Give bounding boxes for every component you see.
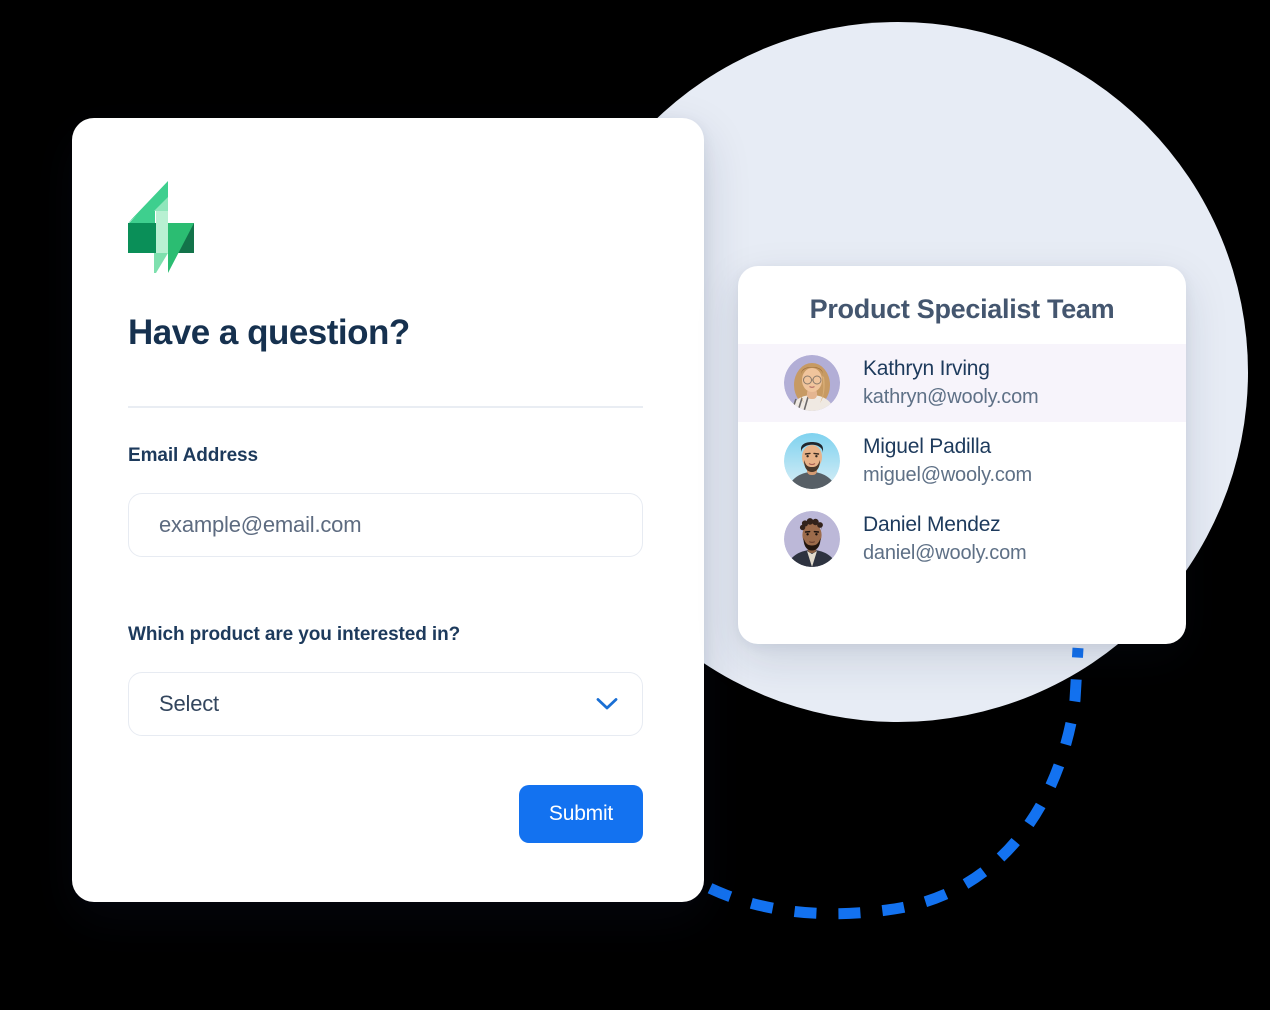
member-info: Kathryn Irving kathryn@wooly.com [863,355,1039,410]
member-email: daniel@wooly.com [863,541,1027,564]
chevron-down-icon [596,698,618,710]
avatar-daniel [784,511,840,567]
contact-form-card: Have a question? Email Address example@e… [72,118,704,902]
product-field-label: Which product are you interested in? [128,624,461,645]
list-item[interactable]: Daniel Mendez daniel@wooly.com [738,500,1186,578]
member-email: kathryn@wooly.com [863,385,1039,408]
member-info: Miguel Padilla miguel@wooly.com [863,433,1032,488]
list-item[interactable]: Miguel Padilla miguel@wooly.com [738,422,1186,500]
avatar-miguel [784,433,840,489]
member-name: Daniel Mendez [863,513,1001,537]
member-name: Kathryn Irving [863,357,990,381]
email-field-label: Email Address [128,445,258,466]
divider [128,406,643,408]
team-card-title: Product Specialist Team [809,294,1115,324]
member-info: Daniel Mendez daniel@wooly.com [863,511,1027,566]
product-specialist-team-card: Product Specialist Team Kathryn Irving k… [738,266,1186,644]
avatar-kathryn [784,355,840,411]
list-item[interactable]: Kathryn Irving kathryn@wooly.com [738,344,1186,422]
member-name: Miguel Padilla [863,435,991,459]
screenshot-stage: Have a question? Email Address example@e… [0,0,1270,1010]
email-input[interactable]: example@email.com [128,493,643,557]
lightning-bolt-logo [128,181,194,273]
team-member-list: Kathryn Irving kathryn@wooly.com Miguel … [738,344,1186,578]
product-select[interactable]: Select [128,672,643,736]
member-email: miguel@wooly.com [863,463,1033,486]
submit-button[interactable]: Submit [519,785,643,843]
email-input-placeholder: example@email.com [159,512,362,537]
product-select-value: Select [159,691,219,716]
page-title: Have a question? [128,313,410,352]
